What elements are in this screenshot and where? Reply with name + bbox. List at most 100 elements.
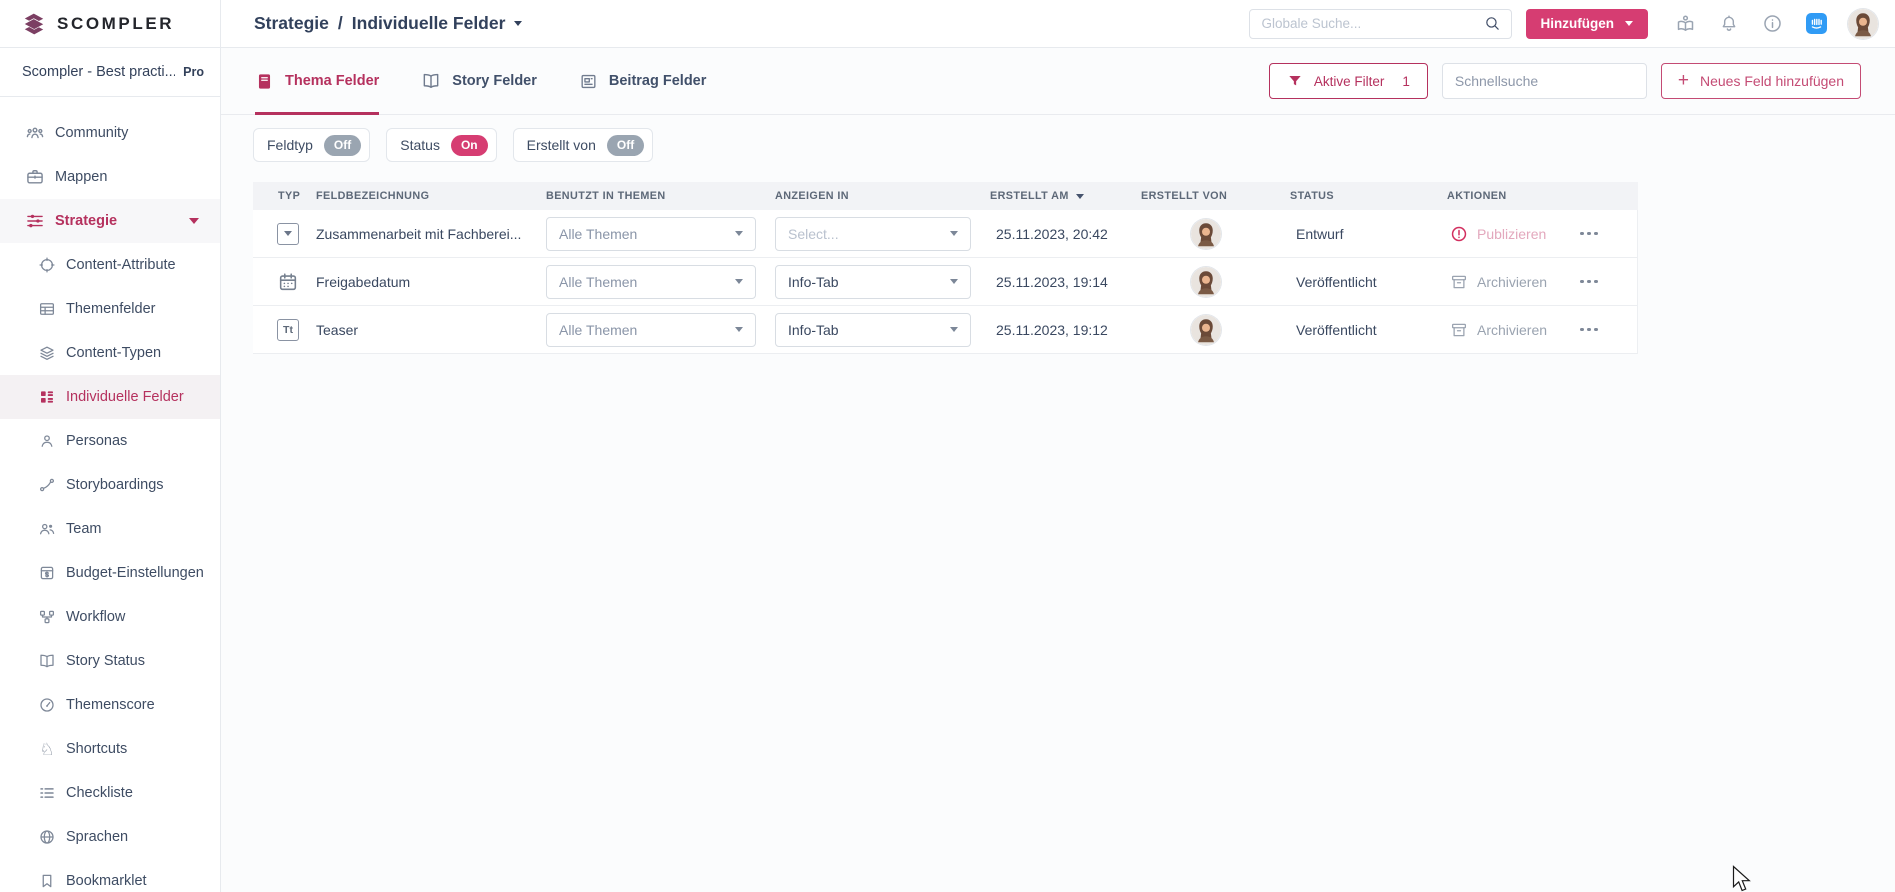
- sidebar-item-label: Checkliste: [66, 785, 133, 801]
- creator-avatar[interactable]: [1190, 314, 1221, 345]
- knight-icon: ♘: [39, 739, 55, 759]
- top-bar: SCOMPLER Strategie / Individuelle Felder…: [0, 0, 1895, 48]
- global-search[interactable]: [1248, 8, 1512, 39]
- user-avatar[interactable]: [1848, 8, 1878, 39]
- sidebar-item-content-attribute[interactable]: Content-Attribute: [0, 243, 220, 287]
- creator-avatar[interactable]: [1190, 218, 1221, 249]
- tab-label: Story Felder: [452, 73, 537, 89]
- open-book-icon: [421, 71, 441, 91]
- filter-chip-erstellt-von[interactable]: Erstellt von Off: [512, 128, 654, 162]
- reader-icon[interactable]: [1675, 13, 1696, 34]
- sidebar-item-label: Personas: [66, 433, 128, 449]
- publish-action[interactable]: Publizieren: [1450, 225, 1546, 243]
- used-in-themes-select[interactable]: Alle Themen: [546, 216, 756, 251]
- new-field-button[interactable]: + Neues Feld hinzufügen: [1660, 63, 1861, 99]
- more-menu-icon[interactable]: [1580, 231, 1598, 236]
- table-row: Zusammenarbeit mit Fachberei... Alle The…: [253, 210, 1637, 258]
- sidebar-item-workflow[interactable]: Workflow: [0, 595, 220, 639]
- column-header-status[interactable]: STATUS: [1280, 190, 1437, 202]
- quick-search[interactable]: [1441, 63, 1647, 99]
- open-book-icon: [38, 652, 56, 670]
- date-field-icon: [277, 271, 316, 293]
- sidebar-item-story-status[interactable]: Story Status: [0, 639, 220, 683]
- more-menu-icon[interactable]: [1580, 327, 1598, 332]
- column-header-feldbezeichnung[interactable]: FELDBEZEICHNUNG: [316, 190, 536, 202]
- sliders-icon: [25, 211, 45, 231]
- select-placeholder: Select...: [788, 225, 839, 242]
- sidebar-item-label: Themenscore: [66, 697, 155, 713]
- fields-table: TYP FELDBEZEICHNUNG BENUTZT IN THEMEN AN…: [253, 182, 1638, 354]
- sidebar-item-bookmarklet[interactable]: Bookmarklet: [0, 859, 220, 892]
- tab-beitrag-felder[interactable]: Beitrag Felder: [579, 48, 706, 114]
- column-header-aktionen[interactable]: AKTIONEN: [1437, 190, 1638, 202]
- column-header-label: ERSTELLT AM: [990, 190, 1069, 202]
- sidebar-item-sprachen[interactable]: Sprachen: [0, 815, 220, 859]
- used-in-themes-select[interactable]: Alle Themen: [546, 312, 756, 347]
- sidebar-item-label: Storyboardings: [66, 477, 164, 493]
- column-header-erstellt-am[interactable]: ERSTELLT AM: [980, 190, 1131, 202]
- archive-action[interactable]: Archivieren: [1450, 321, 1547, 339]
- field-name: Zusammenarbeit mit Fachberei...: [316, 225, 522, 242]
- filter-chip-feldtyp[interactable]: Feldtyp Off: [253, 128, 371, 162]
- brand-name: SCOMPLER: [57, 13, 175, 33]
- chevron-down-icon: [189, 218, 199, 224]
- sidebar-item-themenscore[interactable]: Themenscore: [0, 683, 220, 727]
- chip-state-pill[interactable]: Off: [323, 134, 362, 156]
- field-name: Teaser: [316, 321, 359, 338]
- funnel-icon: [1289, 76, 1301, 86]
- chevron-down-icon: [735, 327, 743, 332]
- chip-state-pill[interactable]: Off: [606, 134, 645, 156]
- column-header-erstellt-von[interactable]: ERSTELLT VON: [1131, 190, 1280, 202]
- intercom-icon[interactable]: [1806, 13, 1827, 34]
- sidebar-item-team[interactable]: Team: [0, 507, 220, 551]
- sidebar-item-personas[interactable]: Personas: [0, 419, 220, 463]
- app-logo[interactable]: SCOMPLER: [0, 0, 221, 47]
- workspace-selector[interactable]: Scompler - Best practi... Pro: [0, 48, 220, 97]
- filter-chip-status[interactable]: Status On: [386, 128, 497, 162]
- chevron-down-icon: [735, 279, 743, 284]
- chip-state-pill[interactable]: On: [450, 134, 488, 156]
- breadcrumb-section[interactable]: Strategie: [254, 13, 329, 34]
- bell-icon[interactable]: [1719, 13, 1739, 34]
- used-in-themes-select[interactable]: Alle Themen: [546, 264, 756, 299]
- active-filter-label: Aktive Filter: [1313, 73, 1385, 89]
- creator-avatar[interactable]: [1190, 266, 1221, 297]
- more-menu-icon[interactable]: [1580, 279, 1598, 284]
- sidebar-item-strategie[interactable]: Strategie: [0, 199, 220, 243]
- status-label: Entwurf: [1296, 225, 1344, 242]
- sidebar-item-individuelle-felder[interactable]: Individuelle Felder: [0, 375, 220, 419]
- show-in-select[interactable]: Info-Tab: [775, 264, 971, 299]
- tab-story-felder[interactable]: Story Felder: [421, 48, 537, 114]
- sidebar-item-checkliste[interactable]: Checkliste: [0, 771, 220, 815]
- info-icon[interactable]: [1762, 13, 1783, 34]
- quick-search-input[interactable]: [1454, 73, 1636, 89]
- search-icon[interactable]: [1484, 15, 1501, 32]
- workflow-icon: [38, 608, 56, 626]
- sidebar-item-themenfelder[interactable]: Themenfelder: [0, 287, 220, 331]
- status-label: Veröffentlicht: [1296, 321, 1377, 338]
- sidebar-item-mappen[interactable]: Mappen: [0, 155, 220, 199]
- column-header-typ[interactable]: TYP: [253, 190, 316, 202]
- column-header-benutzt-in-themen[interactable]: BENUTZT IN THEMEN: [536, 190, 765, 202]
- sidebar-item-community[interactable]: Community: [0, 111, 220, 155]
- active-filter-button[interactable]: Aktive Filter 1: [1268, 63, 1428, 99]
- sidebar-item-label: Budget-Einstellungen: [66, 565, 204, 581]
- gauge-icon: [38, 696, 56, 714]
- show-in-select[interactable]: Select...: [775, 216, 971, 251]
- sidebar-item-shortcuts[interactable]: ♘ Shortcuts: [0, 727, 220, 771]
- global-search-input[interactable]: [1261, 16, 1484, 31]
- column-header-anzeigen-in[interactable]: ANZEIGEN IN: [765, 190, 980, 202]
- sidebar-item-content-typen[interactable]: Content-Typen: [0, 331, 220, 375]
- sidebar-item-budget-einstellungen[interactable]: Budget-Einstellungen: [0, 551, 220, 595]
- chevron-down-icon: [950, 327, 958, 332]
- add-button[interactable]: Hinzufügen: [1525, 8, 1648, 39]
- breadcrumb-page[interactable]: Individuelle Felder: [352, 13, 506, 34]
- sidebar-item-storyboardings[interactable]: Storyboardings: [0, 463, 220, 507]
- sidebar-item-label: Themenfelder: [66, 301, 156, 317]
- tab-thema-felder[interactable]: Thema Felder: [255, 48, 380, 115]
- breadcrumb[interactable]: Strategie / Individuelle Felder: [254, 13, 523, 34]
- table-header-row: TYP FELDBEZEICHNUNG BENUTZT IN THEMEN AN…: [253, 182, 1638, 210]
- alert-circle-icon: [1450, 225, 1468, 243]
- archive-action[interactable]: Archivieren: [1450, 273, 1547, 291]
- show-in-select[interactable]: Info-Tab: [775, 312, 971, 347]
